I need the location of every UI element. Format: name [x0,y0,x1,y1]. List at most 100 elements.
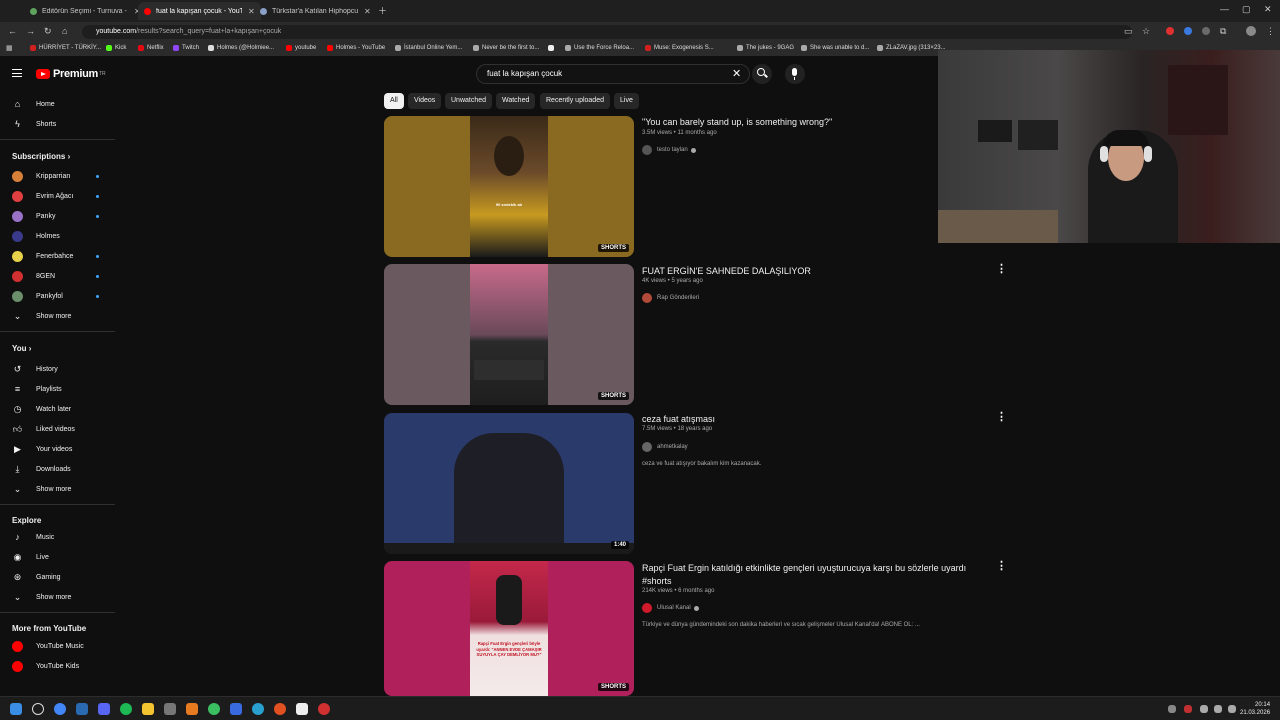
home-icon[interactable]: ⌂ [62,26,67,36]
settings-icon[interactable] [164,703,176,715]
bookmark-item[interactable]: Muse: Exogenesis S... [645,45,714,51]
voice-search-button[interactable] [785,64,805,84]
video-thumbnail[interactable]: SHORTS [384,264,634,405]
file-explorer-icon[interactable] [142,703,154,715]
reload-icon[interactable]: ↻ [44,26,52,37]
app-icon[interactable] [252,703,264,715]
bookmark-item[interactable]: Use the Force Reloa... [565,45,634,51]
bookmark-item[interactable]: HÜRRİYET - TÜRKİY... [30,45,101,51]
app-icon[interactable] [208,703,220,715]
bookmark-item[interactable]: Never be the first to... [473,45,539,51]
show-more-explore[interactable]: ⌄ Show more [0,588,118,606]
sidebar-item-shorts[interactable]: ϟ Shorts [0,115,118,133]
apps-grid-icon[interactable]: ▦ [6,44,13,52]
search-input[interactable]: fuat la kapışan çocuk [476,64,750,84]
network-icon[interactable] [1200,705,1208,713]
video-title[interactable]: ceza fuat atışması [642,413,972,426]
taskbar-clock[interactable]: 20:14 21.03.2026 [1240,701,1270,717]
menu-kebab-icon[interactable]: ⋮ [1266,26,1275,37]
bookmark-star-icon[interactable]: ☆ [1142,26,1150,37]
install-icon[interactable]: ▭ [1124,26,1133,37]
sidebar-item-youtube-kids[interactable]: YouTube Kids [0,657,118,675]
profile-avatar[interactable] [1246,26,1256,36]
app-icon[interactable] [186,703,198,715]
bookmark-item[interactable]: She was unable to d... [801,45,869,51]
close-icon[interactable]: ✕ [364,7,371,16]
search-button[interactable] [752,64,772,84]
bookmark-item[interactable]: Holmes - YouTube [327,45,385,51]
tab-1[interactable]: Editörün Seçimi - Turnuva - Q... ✕ [24,2,147,20]
bookmark-item[interactable]: youtube [286,45,316,51]
chip-watched[interactable]: Watched [496,93,536,109]
extension-icon[interactable] [1184,27,1192,35]
search-icon[interactable] [32,703,44,715]
sidebar-item-your-videos[interactable]: ▶ Your videos [0,440,118,458]
sidebar-item-sub[interactable]: Pankyfol [0,287,118,305]
sidebar-item-youtube-music[interactable]: YouTube Music [0,637,118,655]
sidebar-item-music[interactable]: ♪ Music [0,528,118,546]
video-thumbnail[interactable]: 90 sndekik ab SHORTS [384,116,634,257]
battery-icon[interactable] [1228,705,1236,713]
tray-chevron-icon[interactable] [1168,705,1176,713]
channel-link[interactable]: testo taylan [642,145,696,155]
you-heading[interactable]: You › [12,344,31,353]
show-more-you[interactable]: ⌄ Show more [0,480,118,498]
bookmark-item[interactable]: The jukes - 9GAG [737,45,794,51]
sidebar-item-home[interactable]: ⌂ Home [0,95,118,113]
sidebar-item-playlists[interactable]: ≡ Playlists [0,380,118,398]
tab-3[interactable]: Türkstar'a Katılan Hiphopcu Yo... ✕ [254,2,377,20]
bookmark-item[interactable]: ZLaZAV.jpg (313×23... [877,45,946,51]
video-thumbnail[interactable]: Rapçi Fuat Ergin gençleri böyle uyardı: … [384,561,634,696]
video-title[interactable]: "You can barely stand up, is something w… [642,116,972,129]
bookmark-item[interactable]: İstanbul Online Yem... [395,45,462,51]
clear-search-icon[interactable]: ✕ [732,67,741,80]
app-icon[interactable] [230,703,242,715]
sidebar-item-sub[interactable]: Kripparrian [0,167,118,185]
back-icon[interactable]: ← [8,26,17,36]
show-more-subscriptions[interactable]: ⌄ Show more [0,307,118,325]
chip-videos[interactable]: Videos [408,93,442,109]
tab-2[interactable]: fuat la kapışan çocuk - YouTube ✕ [138,2,261,20]
tray-app-icon[interactable] [1184,705,1192,713]
sidebar-item-history[interactable]: ↺ History [0,360,118,378]
chip-recently-uploaded[interactable]: Recently uploaded [540,93,610,109]
subscriptions-heading[interactable]: Subscriptions › [12,152,70,161]
sidebar-item-sub[interactable]: Fenerbahce [0,247,118,265]
bookmark-item[interactable]: Twitch [173,45,199,51]
chip-live[interactable]: Live [614,93,639,109]
youtube-premium-logo[interactable]: Premium TR [36,68,106,80]
bookmark-item[interactable]: Holmes (@Holmiee... [208,45,274,51]
more-actions-icon[interactable] [996,559,1007,572]
extension-icon[interactable] [1166,27,1174,35]
extension-icon[interactable] [1202,27,1210,35]
chip-all[interactable]: All [384,93,404,109]
video-title[interactable]: FUAT ERGİN'E SAHNEDE DALAŞILIYOR [642,265,972,278]
volume-icon[interactable] [1214,705,1222,713]
spotify-icon[interactable] [120,703,132,715]
sidebar-item-watch-later[interactable]: ◷ Watch later [0,400,118,418]
url-bar[interactable]: youtube.com/results?search_query=fuat+la… [82,25,1132,39]
sidebar-item-downloads[interactable]: ⤓ Downloads [0,460,118,478]
start-menu-icon[interactable] [10,703,22,715]
video-title[interactable]: Rapçi Fuat Ergin katıldığı etkinlikte ge… [642,562,967,588]
discord-icon[interactable] [98,703,110,715]
channel-link[interactable]: ahmetkalay [642,442,688,452]
bookmark-item[interactable] [548,45,557,51]
steam-icon[interactable] [76,703,88,715]
minimize-icon[interactable]: — [1220,4,1229,14]
more-actions-icon[interactable] [996,262,1007,275]
sidebar-item-sub[interactable]: Holmes [0,227,118,245]
sidebar-item-sub[interactable]: Panky [0,207,118,225]
bookmark-item[interactable]: Netflix [138,45,164,51]
bookmark-item[interactable]: Kick [106,45,126,51]
sidebar-item-sub[interactable]: 8GEN [0,267,118,285]
new-tab-icon[interactable]: ＋ [378,4,387,17]
obs-icon[interactable] [274,703,286,715]
sidebar-item-live[interactable]: ◉ Live [0,548,118,566]
channel-link[interactable]: Rap Gönderileri [642,293,699,303]
channel-link[interactable]: Ulusal Kanal [642,603,699,613]
sidebar-item-liked[interactable]: 👍︎ Liked videos [0,420,118,438]
app-icon[interactable] [318,703,330,715]
extensions-puzzle-icon[interactable]: ⧉ [1220,26,1226,37]
notepad-icon[interactable] [296,703,308,715]
